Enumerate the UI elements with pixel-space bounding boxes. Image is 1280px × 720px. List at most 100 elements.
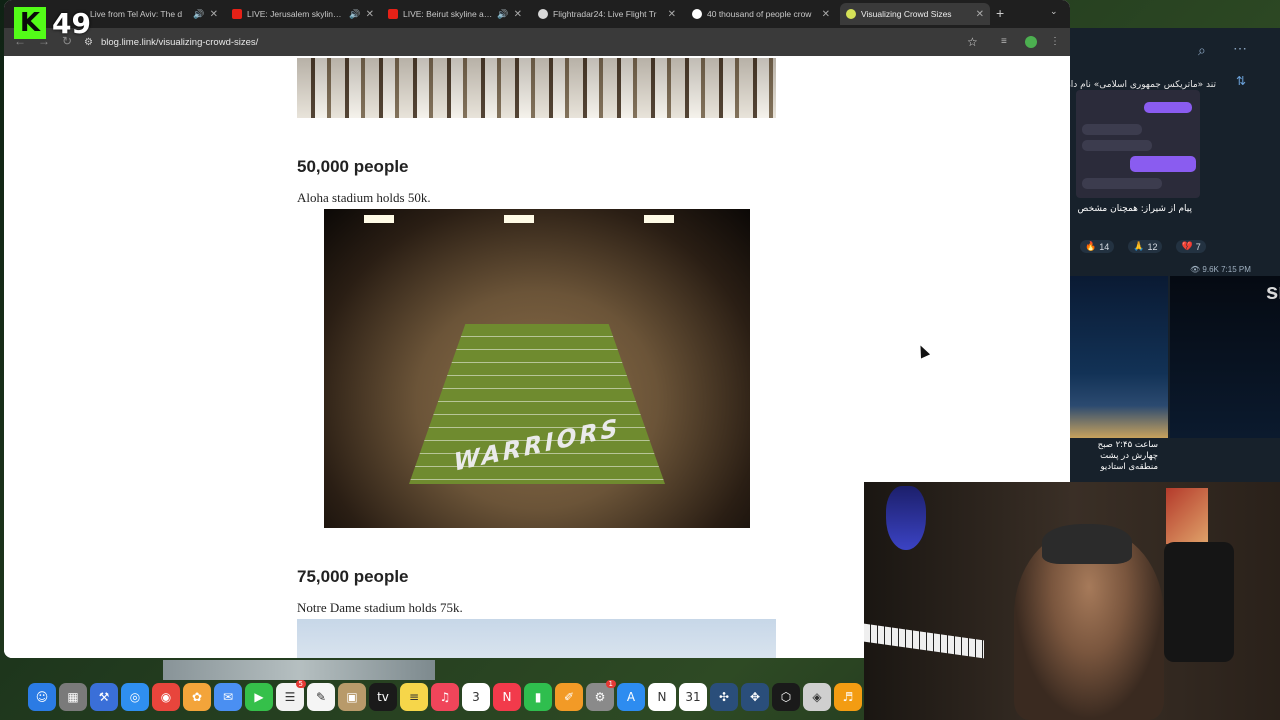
fl-studio-icon[interactable]: ♬ <box>834 683 862 711</box>
section-heading-75k: 75,000 people <box>297 567 409 586</box>
profile-avatar[interactable] <box>1025 36 1037 48</box>
numbers-icon[interactable]: ▮ <box>524 683 552 711</box>
post-text: پیام از شیراز: همچنان مشخص <box>1077 204 1192 214</box>
tab-title: LIVE: Beirut skyline as Is <box>403 9 493 19</box>
reaction-broken-heart[interactable]: 💔 7 <box>1176 240 1206 253</box>
calendar-31-icon[interactable]: 31 <box>679 683 707 711</box>
google-icon <box>692 9 702 19</box>
chrome-icon[interactable]: ◉ <box>152 683 180 711</box>
safari-icon[interactable]: ◎ <box>121 683 149 711</box>
tab-search-menu-icon[interactable]: ⌄ <box>1050 6 1058 17</box>
search-icon[interactable]: ⌕ <box>1198 42 1206 59</box>
chat-bubble <box>1082 124 1142 135</box>
calendar-icon[interactable]: 3 <box>462 683 490 711</box>
dock-glyph: ✐ <box>563 690 575 704</box>
mail-icon[interactable]: ✉ <box>214 683 242 711</box>
more-icon[interactable]: ⋯ <box>1233 40 1247 57</box>
dock-glyph: ✎ <box>315 690 327 704</box>
finder-icon[interactable]: ☺ <box>28 683 56 711</box>
music-icon[interactable]: ♫ <box>431 683 459 711</box>
new-tab-button[interactable]: + <box>996 5 1004 21</box>
close-icon[interactable]: ✕ <box>514 9 522 20</box>
tab-strip: Live from Tel Aviv: The d 🔊 ✕ LIVE: Jeru… <box>4 0 1070 28</box>
speaker-icon[interactable]: 🔊 <box>497 9 508 20</box>
guitar <box>886 486 926 550</box>
close-icon[interactable]: ✕ <box>668 9 676 20</box>
tab-title: Visualizing Crowd Sizes <box>861 9 952 19</box>
section-caption-75k: Notre Dame stadium holds 75k. <box>297 600 463 615</box>
piano-keyboard <box>864 623 984 659</box>
telegram-channel-panel: ⌕ ⋯ ⇅ تند «ماتریکس جمهوری اسلامی» نام دا… <box>1070 28 1280 482</box>
news-icon[interactable]: N <box>493 683 521 711</box>
chat-bubble <box>1082 140 1152 151</box>
screenshot-icon[interactable]: ◈ <box>803 683 831 711</box>
dock-glyph: N <box>657 690 667 704</box>
vpn-icon[interactable]: ✥ <box>741 683 769 711</box>
speaker-icon[interactable]: 🔊 <box>193 9 204 20</box>
aloha-stadium-photo: WARRIORS <box>324 209 750 528</box>
tab-live-jerusalem[interactable]: LIVE: Jerusalem skyline as I 🔊 ✕ <box>226 3 380 25</box>
pray-icon: 🙏 <box>1133 241 1145 251</box>
reaction-pray[interactable]: 🙏 12 <box>1128 240 1163 253</box>
pages-icon[interactable]: ✐ <box>555 683 583 711</box>
section-heading-50k: 50,000 people <box>297 157 409 176</box>
media-controls-icon[interactable]: ≡ <box>1001 36 1007 47</box>
eye-icon: 👁 <box>1190 265 1203 274</box>
launchpad-icon[interactable]: ▦ <box>59 683 87 711</box>
speaker-icon[interactable]: 🔊 <box>349 9 360 20</box>
webcam-feed <box>864 482 1280 720</box>
notion-icon[interactable]: N <box>648 683 676 711</box>
tab-google-search[interactable]: 40 thousand of people crow ✕ <box>686 3 836 25</box>
unity-icon[interactable]: ⬡ <box>772 683 800 711</box>
tab-flightradar[interactable]: Flightradar24: Live Flight Tr ✕ <box>532 3 682 25</box>
reaction-fire[interactable]: 🔥 14 <box>1080 240 1115 253</box>
tab-live-beirut[interactable]: LIVE: Beirut skyline as Is 🔊 ✕ <box>382 3 528 25</box>
tab-visualizing-crowd-sizes[interactable]: Visualizing Crowd Sizes ✕ <box>840 3 990 25</box>
broken-heart-icon: 💔 <box>1181 241 1193 251</box>
system-settings-icon[interactable]: ⚙ 1 <box>586 680 616 711</box>
address-bar[interactable]: ⚙ blog.lime.link/visualizing-crowd-sizes… <box>84 32 984 52</box>
chat-bubble <box>1144 102 1192 113</box>
photos-icon[interactable]: ✿ <box>183 683 211 711</box>
night-city-photo[interactable] <box>1070 276 1168 438</box>
close-icon[interactable]: ✕ <box>822 9 830 20</box>
macos-dock: ☺ ▦ ⚒ ◎ ◉ ✿ ✉ ▶ ☰ 5 ✎ ▣ tv ≡ ♫ 3 N ▮ ✐ ⚙ 1 A N 31 ✣ ✥ ⬡ ◈ ♬ <box>26 680 866 714</box>
close-icon[interactable]: ✕ <box>976 9 984 20</box>
dock-glyph: ▮ <box>534 690 542 704</box>
dock-glyph: ✣ <box>718 690 730 704</box>
url-text[interactable]: blog.lime.link/visualizing-crowd-sizes/ <box>101 37 258 48</box>
xcode-icon[interactable]: ⚒ <box>90 683 118 711</box>
thumbnail-text: sr <box>1266 279 1280 304</box>
close-icon[interactable]: ✕ <box>210 9 218 20</box>
reaction-count: 14 <box>1099 241 1110 252</box>
app-store-icon[interactable]: A <box>617 683 645 711</box>
tab-title: LIVE: Jerusalem skyline as I <box>247 9 345 19</box>
dock-glyph: ♫ <box>439 690 451 704</box>
facetime-icon[interactable]: ▶ <box>245 683 273 711</box>
reminders-icon[interactable]: ☰ 5 <box>276 680 306 711</box>
network-icon[interactable]: ✣ <box>710 683 738 711</box>
tab-live-tel-aviv[interactable]: Live from Tel Aviv: The d 🔊 ✕ <box>84 3 224 25</box>
dock-glyph: ♬ <box>842 690 854 704</box>
dock-glyph: 3 <box>472 690 480 704</box>
flightradar-icon <box>538 9 548 19</box>
archive-icon[interactable]: ▣ <box>338 683 366 711</box>
dock-glyph: ⬡ <box>780 690 792 704</box>
appletv-icon[interactable]: tv <box>369 683 397 711</box>
youtube-icon <box>232 9 242 19</box>
notes-icon[interactable]: ≡ <box>400 683 428 711</box>
freeform-icon[interactable]: ✎ <box>307 683 335 711</box>
filter-icon[interactable]: ⇅ <box>1236 74 1246 88</box>
tab-title: Flightradar24: Live Flight Tr <box>553 9 657 19</box>
dock-glyph: ▦ <box>67 690 79 704</box>
close-icon[interactable]: ✕ <box>366 9 374 20</box>
dock-glyph: ◎ <box>129 690 141 704</box>
more-menu-icon[interactable]: ⋮ <box>1050 36 1060 47</box>
video-thumbnail[interactable]: sr <box>1170 276 1280 438</box>
lime-icon <box>846 9 856 19</box>
stadium-lights <box>324 215 750 223</box>
window-preview-thumbnail[interactable] <box>163 660 435 680</box>
dock-glyph: ▣ <box>346 690 358 704</box>
bookmark-star-icon[interactable]: ☆ <box>967 35 978 49</box>
dock-glyph: ✥ <box>749 690 761 704</box>
